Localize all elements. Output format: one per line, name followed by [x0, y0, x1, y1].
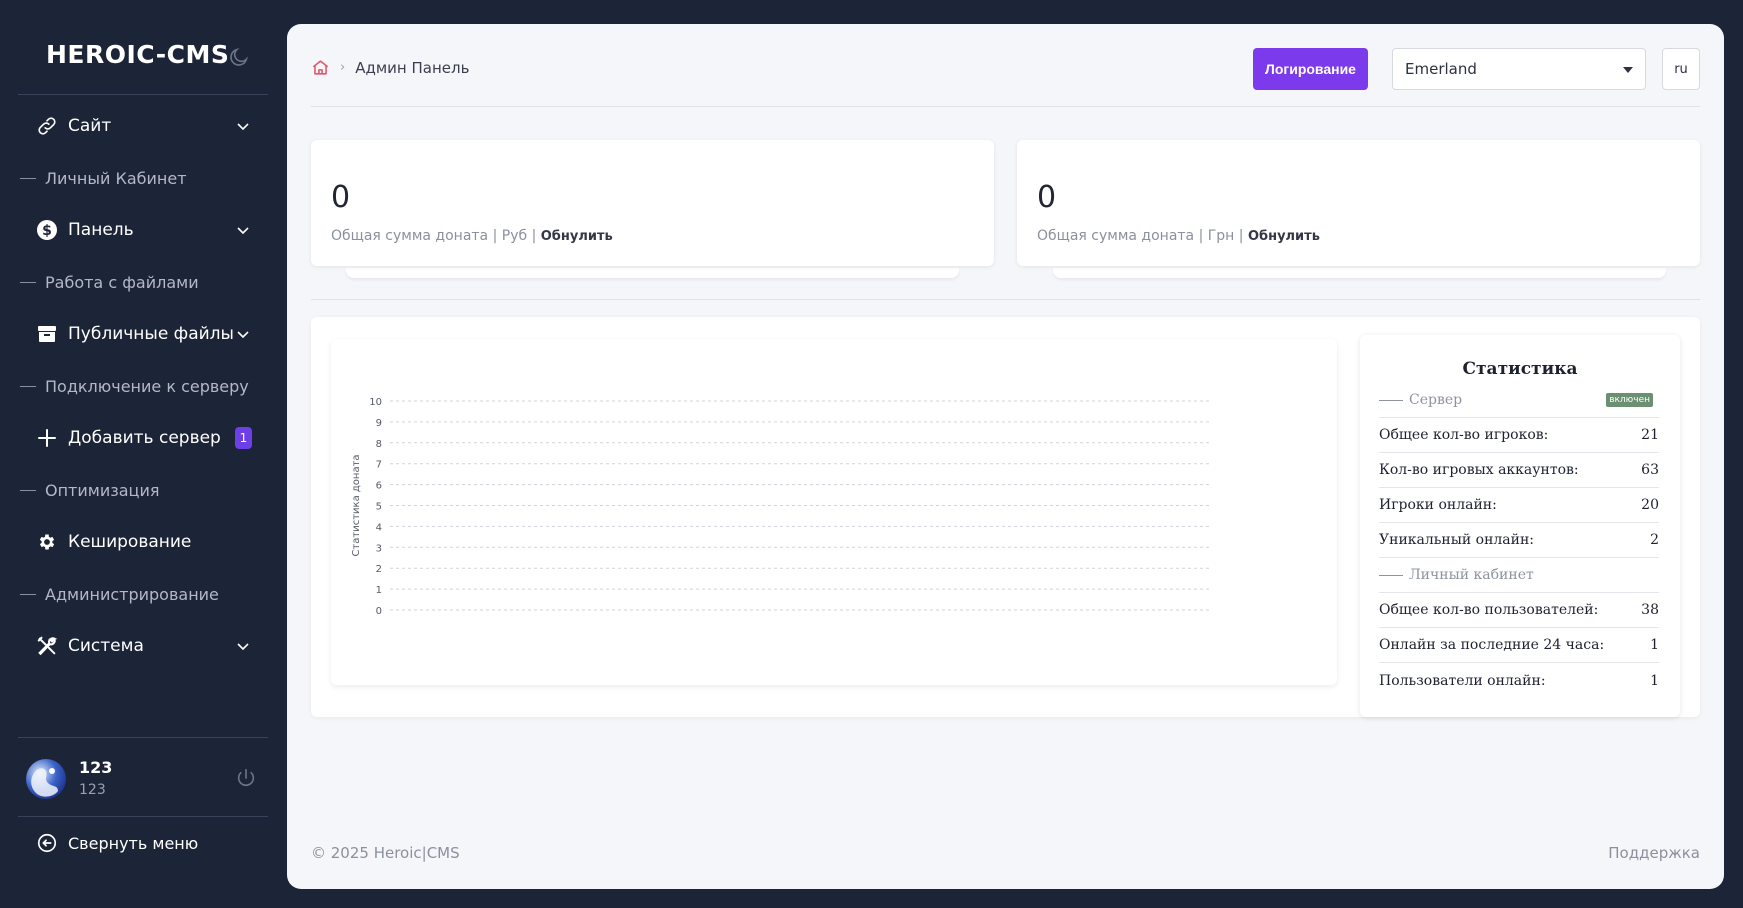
donation-rub-label: Общая сумма доната | Руб | Обнулить — [331, 228, 613, 244]
svg-text:$: $ — [42, 223, 52, 239]
sidebar-item-site[interactable]: Сайт — [36, 109, 252, 143]
sidebar-item-add-server[interactable]: Добавить сервер 1 — [36, 421, 252, 455]
y-tick-label: 1 — [376, 585, 382, 596]
y-tick-label: 5 — [376, 502, 382, 513]
reset-rub-link[interactable]: Обнулить — [541, 229, 613, 244]
stats-row: Уникальный онлайн: 2 — [1379, 523, 1659, 558]
stats-row: Игроки онлайн: 20 — [1379, 488, 1659, 523]
stats-row: Общее кол-во игроков: 21 — [1379, 418, 1659, 453]
breadcrumb-separator: › — [340, 60, 346, 75]
caret-down-icon — [1623, 67, 1633, 73]
footer-copyright: © 2025 Heroic|CMS — [311, 844, 460, 862]
stats-row: Общее кол-во пользователей: 38 — [1379, 593, 1659, 628]
server-select[interactable]: Emerland — [1392, 48, 1646, 90]
y-tick-label: 6 — [376, 481, 382, 492]
breadcrumb: › Админ Панель — [311, 58, 469, 77]
user-name: 123 — [79, 758, 113, 777]
stats-row: Пользователи онлайн: 1 — [1379, 672, 1659, 689]
sidebar-section-optimization: Оптимизация — [20, 478, 159, 502]
sidebar-divider — [18, 816, 268, 817]
y-tick-label: 4 — [376, 522, 382, 533]
user-subtitle: 123 — [79, 782, 106, 798]
donation-card-uah: 0 Общая сумма доната | Грн | Обнулить — [1017, 140, 1700, 266]
language-button[interactable]: ru — [1662, 48, 1700, 90]
donation-uah-label: Общая сумма доната | Грн | Обнулить — [1037, 228, 1320, 244]
stats-row: Кол-во игровых аккаунтов: 63 — [1379, 453, 1659, 488]
chevron-down-icon — [237, 331, 249, 339]
y-tick-label: 0 — [376, 606, 382, 617]
link-icon — [36, 115, 58, 137]
y-tick-label: 2 — [376, 564, 382, 575]
donation-chart: 0 1 2 3 4 5 6 7 8 9 10 Статистика доната — [331, 339, 1337, 685]
y-tick-label: 8 — [376, 439, 382, 450]
chevron-down-icon — [237, 123, 249, 131]
notification-badge: 1 — [235, 427, 252, 449]
y-tick-label: 7 — [376, 460, 382, 471]
archive-icon — [36, 323, 58, 345]
cabinet-section-row: Личный кабинет — [1379, 558, 1659, 593]
dollar-icon: $ — [36, 219, 58, 241]
main-panel: › Админ Панель Логирование Emerland ru 0… — [287, 24, 1724, 889]
sidebar-item-public-files[interactable]: Публичные файлы — [36, 317, 252, 351]
chevron-down-icon — [237, 643, 249, 651]
card-stack-shadow — [346, 268, 959, 278]
sidebar-item-label: Кеширование — [68, 532, 192, 552]
tools-icon — [36, 635, 58, 657]
gear-icon — [36, 531, 58, 553]
donation-card-rub: 0 Общая сумма доната | Руб | Обнулить — [311, 140, 994, 266]
header-divider — [311, 106, 1700, 107]
sidebar-item-label: Система — [68, 636, 144, 656]
user-profile[interactable]: 123 123 — [26, 756, 258, 802]
sidebar-item-label: Добавить сервер — [68, 428, 221, 448]
collapse-menu-button[interactable]: Свернуть меню — [36, 832, 198, 854]
donation-chart-svg: 0 1 2 3 4 5 6 7 8 9 10 Статистика доната — [351, 397, 1209, 617]
stats-container: 0 1 2 3 4 5 6 7 8 9 10 Статистика доната Статистика… — [311, 317, 1700, 717]
y-tick-label: 3 — [376, 543, 382, 554]
home-icon[interactable] — [311, 58, 330, 77]
sidebar-divider — [18, 737, 268, 738]
sidebar-section-server-connect: Подключение к серверу — [20, 374, 249, 398]
brand-logo[interactable]: HEROIC-CMS — [46, 40, 229, 69]
sidebar-item-label: Панель — [68, 220, 134, 240]
moon-icon[interactable] — [228, 46, 250, 68]
avatar[interactable] — [26, 759, 66, 799]
cabinet-section-label: Личный кабинет — [1409, 567, 1534, 583]
statistics-title: Статистика — [1462, 359, 1578, 379]
breadcrumb-current: Админ Панель — [355, 58, 470, 77]
sidebar-item-label: Сайт — [68, 116, 112, 136]
arrow-left-circle-icon — [37, 833, 57, 853]
donation-rub-value: 0 — [331, 180, 351, 215]
support-link[interactable]: Поддержка — [1608, 844, 1700, 862]
reset-uah-link[interactable]: Обнулить — [1248, 229, 1320, 244]
y-tick-label: 9 — [376, 418, 382, 429]
sidebar-item-label: Публичные файлы — [68, 324, 234, 344]
card-stack-shadow — [1053, 268, 1666, 278]
sidebar-section-admin: Администрирование — [20, 582, 219, 606]
sidebar: HEROIC-CMS Сайт Личный Кабинет $ Панель … — [0, 0, 286, 908]
logging-button[interactable]: Логирование — [1253, 48, 1368, 90]
stats-row: Онлайн за последние 24 часа: 1 — [1379, 628, 1659, 663]
sidebar-item-system[interactable]: Система — [36, 629, 252, 663]
plus-icon — [36, 427, 58, 449]
y-axis-label: Статистика доната — [351, 454, 362, 556]
donation-uah-value: 0 — [1037, 180, 1057, 215]
server-section-row: Сервер включен — [1379, 383, 1659, 418]
chevron-down-icon — [237, 227, 249, 235]
status-badge: включен — [1606, 393, 1653, 407]
server-select-value: Emerland — [1405, 60, 1477, 78]
statistics-panel: Статистика Сервер включен Общее кол-во и… — [1360, 335, 1680, 717]
y-tick-label: 10 — [369, 397, 382, 408]
sidebar-section-cabinet: Личный Кабинет — [20, 166, 187, 190]
power-icon[interactable] — [235, 767, 257, 789]
sidebar-item-caching[interactable]: Кеширование — [36, 525, 252, 559]
sidebar-divider — [18, 94, 268, 95]
section-divider — [311, 299, 1700, 300]
server-section-label: Сервер — [1409, 392, 1463, 408]
sidebar-section-files: Работа с файлами — [20, 270, 199, 294]
collapse-menu-label: Свернуть меню — [68, 833, 199, 853]
sidebar-item-panel[interactable]: $ Панель — [36, 213, 252, 247]
